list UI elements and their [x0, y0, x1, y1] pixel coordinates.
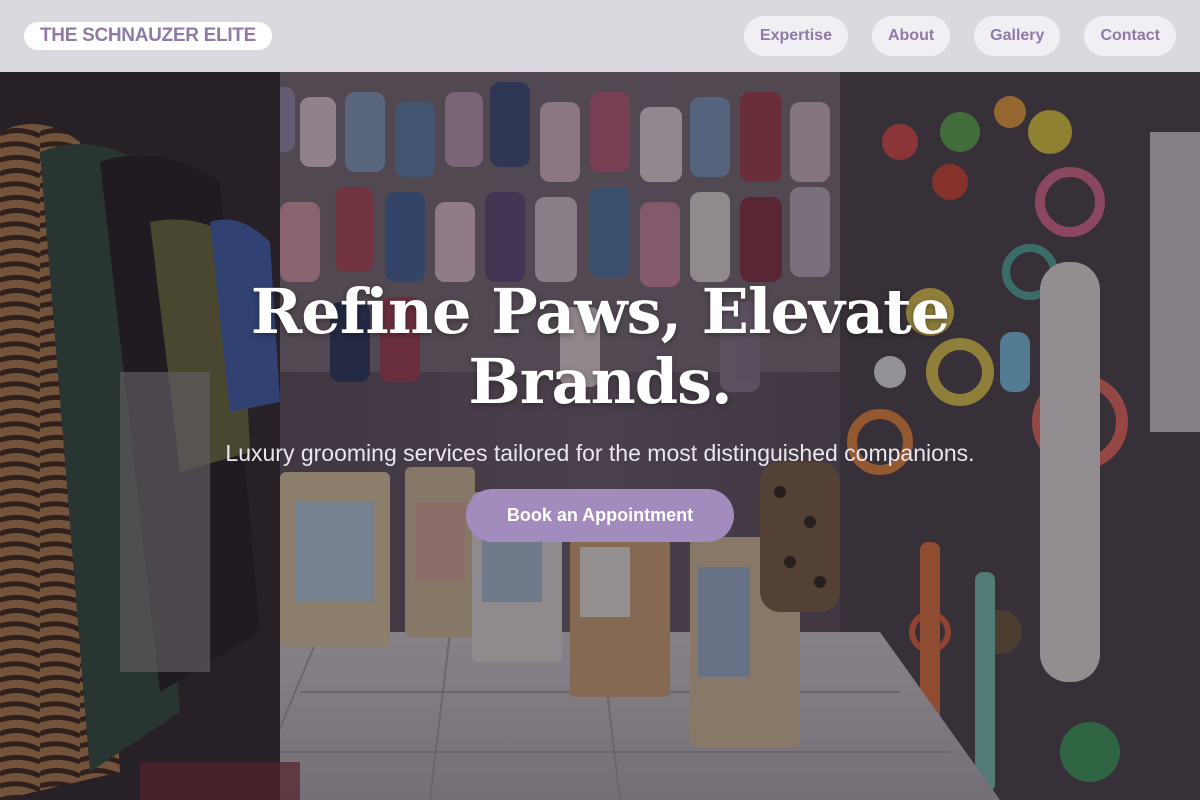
book-appointment-button[interactable]: Book an Appointment — [466, 489, 734, 542]
dark-overlay — [0, 72, 1200, 800]
hero-section: Refine Paws, Elevate Brands. Luxury groo… — [0, 72, 1200, 800]
main-nav: Expertise About Gallery Contact — [743, 16, 1176, 56]
hero-title-line1: Refine Paws, Elevate — [250, 275, 950, 348]
brand-logo[interactable]: THE SCHNAUZER ELITE — [24, 22, 272, 50]
site-header: THE SCHNAUZER ELITE Expertise About Gall… — [0, 0, 1200, 72]
hero-title-line2: Brands. — [468, 345, 732, 418]
nav-gallery-button[interactable]: Gallery — [974, 16, 1061, 56]
nav-expertise-button[interactable]: Expertise — [743, 16, 848, 56]
nav-about-button[interactable]: About — [871, 16, 951, 56]
hero-subtitle: Luxury grooming services tailored for th… — [225, 440, 975, 466]
hero-title: Refine Paws, Elevate Brands. — [0, 277, 1200, 417]
nav-contact-button[interactable]: Contact — [1084, 16, 1176, 56]
